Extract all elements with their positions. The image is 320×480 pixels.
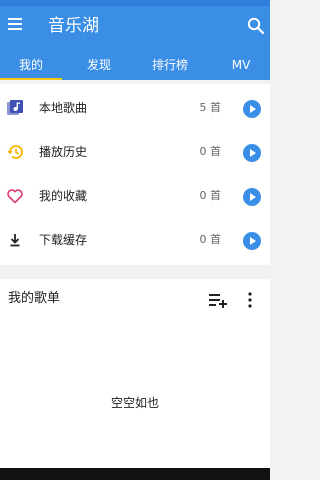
tab-discover[interactable]: 发现 — [68, 52, 130, 80]
play-icon[interactable] — [243, 144, 261, 162]
tab-indicator — [0, 78, 62, 80]
library-item-label: 播放历史 — [39, 145, 88, 159]
library-item-count: 0 首 — [199, 189, 222, 202]
empty-state-text: 空空如也 — [110, 396, 159, 410]
status-icons — [206, 0, 246, 15]
library-item-count: 5 首 — [199, 101, 222, 114]
more-vertical-icon[interactable] — [246, 291, 254, 309]
library-item-downloads[interactable]: 下载缓存 0 首 — [0, 218, 270, 262]
tab-charts[interactable]: 排行榜 — [139, 52, 201, 80]
download-icon — [6, 231, 24, 249]
history-icon — [6, 143, 24, 161]
system-nav-bar — [0, 468, 270, 480]
library-item-local-songs[interactable]: 本地歌曲 5 首 — [0, 86, 270, 130]
tab-bar: 我的 发现 排行榜 MV — [0, 52, 270, 80]
library-item-history[interactable]: 播放历史 0 首 — [0, 130, 270, 174]
library-card: 本地歌曲 5 首 播放历史 0 首 我的收藏 0 首 下载缓存 0 首 — [0, 84, 270, 265]
heart-icon — [6, 187, 24, 205]
music-library-icon — [6, 99, 24, 117]
playlist-add-icon[interactable] — [209, 292, 227, 308]
app-bar: 音乐湖 — [0, 6, 270, 52]
search-icon[interactable] — [246, 16, 266, 36]
library-item-count: 0 首 — [199, 145, 222, 158]
library-item-label: 本地歌曲 — [39, 101, 88, 115]
playlist-section: 我的歌单 空空如也 — [0, 279, 270, 480]
library-item-count: 0 首 — [199, 233, 222, 246]
play-icon[interactable] — [243, 188, 261, 206]
library-item-label: 下载缓存 — [39, 233, 88, 247]
play-icon[interactable] — [243, 232, 261, 250]
play-icon[interactable] — [243, 100, 261, 118]
library-item-label: 我的收藏 — [39, 189, 88, 203]
tab-mine[interactable]: 我的 — [0, 52, 62, 80]
app-title: 音乐湖 — [48, 16, 99, 36]
playlist-section-title: 我的歌单 — [8, 291, 61, 306]
hamburger-menu-icon[interactable] — [8, 18, 22, 32]
library-item-favorites[interactable]: 我的收藏 0 首 — [0, 174, 270, 218]
tab-mv[interactable]: MV — [210, 52, 272, 80]
